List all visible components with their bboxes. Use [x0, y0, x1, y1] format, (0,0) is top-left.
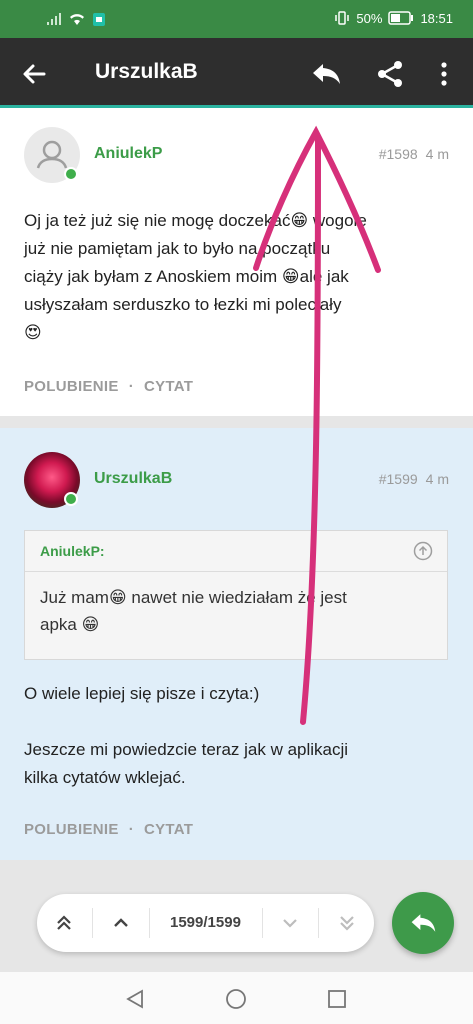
post-card-highlighted: UrszulkaB #1599 4 m AniulekP: Już mam😁 na…: [0, 428, 473, 860]
nav-home-icon[interactable]: [225, 988, 247, 1010]
reply-fab-button[interactable]: [392, 892, 454, 954]
post-line: usłyszałam serduszko to łezki mi polecia…: [24, 295, 342, 314]
post-time: 4 m: [425, 146, 449, 162]
post-paragraph: O wiele lepiej się pisze i czyta:): [24, 684, 260, 703]
arrow-up-circle-icon[interactable]: [413, 541, 433, 561]
post-meta: #1598 4 m: [379, 146, 449, 162]
next-page-icon[interactable]: [278, 911, 302, 935]
battery-icon: [388, 11, 414, 25]
post-number[interactable]: #1599: [379, 471, 418, 487]
reply-icon: [411, 914, 436, 932]
post-time: 4 m: [425, 471, 449, 487]
divider: [149, 908, 150, 938]
online-indicator: [64, 492, 78, 506]
post-line: Oj ja też już się nie mogę doczekać😁 wog…: [24, 211, 367, 230]
nav-recents-icon[interactable]: [326, 988, 348, 1010]
back-arrow-icon[interactable]: [20, 60, 48, 88]
vpn-icon: [93, 13, 105, 26]
like-button[interactable]: POLUBIENIE: [24, 378, 119, 395]
clock: 18:51: [420, 10, 453, 26]
like-button[interactable]: POLUBIENIE: [24, 821, 119, 838]
quote-button[interactable]: CYTAT: [144, 821, 193, 838]
post-actions: POLUBIENIE · CYTAT: [24, 821, 193, 838]
post-line: już nie pamiętam jak to było na początku: [24, 239, 331, 258]
post-paragraph: Jeszcze mi powiedzcie teraz jak w aplika…: [24, 740, 349, 759]
previous-page-icon[interactable]: [109, 911, 133, 935]
status-right: 50% 18:51: [334, 10, 453, 26]
post-meta: #1599 4 m: [379, 471, 449, 487]
quote-header: AniulekP:: [25, 531, 447, 572]
post-author[interactable]: UrszulkaB: [94, 470, 172, 488]
more-vert-icon[interactable]: [432, 60, 456, 88]
status-bar: 50% 18:51: [0, 0, 473, 38]
quote-line: apka 😁: [40, 615, 100, 634]
page-indicator[interactable]: 1599/1599: [170, 914, 241, 931]
post-paragraph: kilka cytatów wklejać.: [24, 768, 186, 787]
vibrate-icon: [335, 11, 350, 25]
status-left: [46, 11, 106, 27]
quote-author[interactable]: AniulekP:: [40, 543, 105, 559]
post-body: O wiele lepiej się pisze i czyta:) Jeszc…: [24, 680, 449, 792]
system-nav-bar: [0, 972, 473, 1024]
post-actions: POLUBIENIE · CYTAT: [24, 378, 193, 395]
divider: [92, 908, 93, 938]
divider: [318, 908, 319, 938]
wifi-icon: [70, 14, 84, 25]
quote-block: AniulekP: Już mam😁 nawet nie wiedziałam …: [24, 530, 448, 660]
separator-dot: ·: [128, 821, 134, 838]
post-body: Oj ja też już się nie mogę doczekać😁 wog…: [24, 207, 449, 347]
quote-text: Już mam😁 nawet nie wiedziałam że jest ap…: [25, 572, 447, 650]
post-author[interactable]: AniulekP: [94, 145, 162, 163]
post-card: AniulekP #1598 4 m Oj ja też już się nie …: [0, 108, 473, 416]
nav-back-icon[interactable]: [124, 988, 146, 1010]
online-indicator: [64, 167, 78, 181]
quote-line: Już mam😁 nawet nie wiedziałam że jest: [40, 588, 347, 607]
app-bar: UrszulkaB: [0, 38, 473, 108]
quote-button[interactable]: CYTAT: [144, 378, 193, 395]
last-page-icon[interactable]: [335, 911, 359, 935]
post-line: ciąży jak byłam z Anoskiem moim 😁ale jak: [24, 267, 349, 286]
reply-icon[interactable]: [310, 60, 342, 88]
first-page-icon[interactable]: [52, 911, 76, 935]
pagination-bar: 1599/1599: [37, 894, 374, 952]
battery-percent: 50%: [356, 10, 383, 26]
page-title: UrszulkaB: [95, 60, 198, 83]
separator-dot: ·: [128, 378, 134, 395]
post-line: 😍: [24, 323, 42, 342]
divider: [262, 908, 263, 938]
post-number[interactable]: #1598: [379, 146, 418, 162]
signal-icon: [47, 13, 61, 25]
share-icon[interactable]: [376, 60, 404, 88]
